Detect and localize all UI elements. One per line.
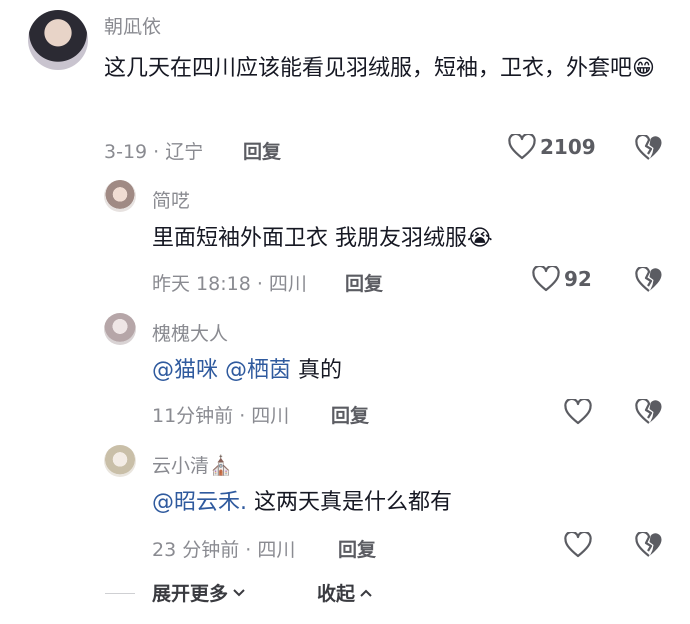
- chevron-up-icon: [360, 589, 372, 597]
- comment-author[interactable]: 云小清⛪: [152, 451, 233, 478]
- grin-emoji-icon: 😁: [632, 56, 655, 81]
- comment-author[interactable]: 槐槐大人: [152, 319, 228, 346]
- comment-author[interactable]: 简呓: [152, 186, 190, 213]
- like-count: 92: [564, 267, 592, 291]
- heart-outline-icon: [508, 134, 536, 160]
- avatar[interactable]: [104, 313, 136, 345]
- heart-outline-icon[interactable]: [564, 399, 592, 425]
- replies-footer: 展开更多 收起: [0, 578, 690, 608]
- mention-link[interactable]: @栖茵: [225, 358, 291, 383]
- comment-meta: 23 分钟前 · 四川: [152, 539, 296, 561]
- heart-outline-icon: [532, 266, 560, 292]
- collapse-button[interactable]: 收起: [317, 579, 373, 606]
- comment-text: @昭云禾. 这两天真是什么都有: [152, 480, 652, 526]
- comment-body: 这几天在四川应该能看见羽绒服，短袖，卫衣，外套吧: [104, 56, 633, 81]
- comment-body: 里面短袖外面卫衣 我朋友羽绒服: [152, 226, 467, 251]
- comment-body: 真的: [298, 358, 343, 383]
- like-button[interactable]: 2109: [508, 134, 596, 160]
- comment-meta: 3-19 · 辽宁: [104, 141, 204, 163]
- church-emoji-icon: ⛪: [209, 455, 233, 477]
- comment-text: 里面短袖外面卫衣 我朋友羽绒服😭: [152, 216, 652, 262]
- crying-emoji-icon: 😭: [467, 226, 493, 251]
- expand-more-button[interactable]: 展开更多: [152, 579, 246, 606]
- comment-text: 这几天在四川应该能看见羽绒服，短袖，卫衣，外套吧😁: [104, 46, 664, 92]
- comment-meta: 昨天 18:18 · 四川: [152, 273, 307, 295]
- broken-heart-icon[interactable]: [635, 267, 663, 293]
- mention-link[interactable]: @昭云禾.: [152, 490, 247, 515]
- author-name: 云小清: [152, 455, 210, 477]
- mention-link[interactable]: @猫咪: [152, 358, 218, 383]
- reply-button[interactable]: 回复: [345, 269, 383, 296]
- avatar[interactable]: [104, 180, 136, 212]
- comment-author[interactable]: 朝凪依: [104, 12, 161, 39]
- chevron-down-icon: [233, 588, 245, 596]
- broken-heart-icon[interactable]: [635, 399, 663, 425]
- comment-body: 这两天真是什么都有: [254, 490, 453, 515]
- reply-button[interactable]: 回复: [243, 137, 281, 164]
- reply-button[interactable]: 回复: [331, 401, 369, 428]
- like-count: 2109: [540, 135, 596, 159]
- collapse-label: 收起: [317, 583, 356, 605]
- reply-button[interactable]: 回复: [338, 535, 376, 562]
- broken-heart-icon[interactable]: [635, 532, 663, 558]
- broken-heart-icon[interactable]: [635, 135, 663, 161]
- heart-outline-icon[interactable]: [564, 532, 592, 558]
- comment-meta: 11分钟前 · 四川: [152, 405, 290, 427]
- divider: [105, 593, 135, 594]
- avatar[interactable]: [28, 10, 88, 70]
- avatar[interactable]: [104, 445, 136, 477]
- expand-more-label: 展开更多: [152, 583, 229, 605]
- like-button[interactable]: 92: [532, 266, 592, 292]
- comment-text: @猫咪 @栖茵 真的: [152, 348, 652, 394]
